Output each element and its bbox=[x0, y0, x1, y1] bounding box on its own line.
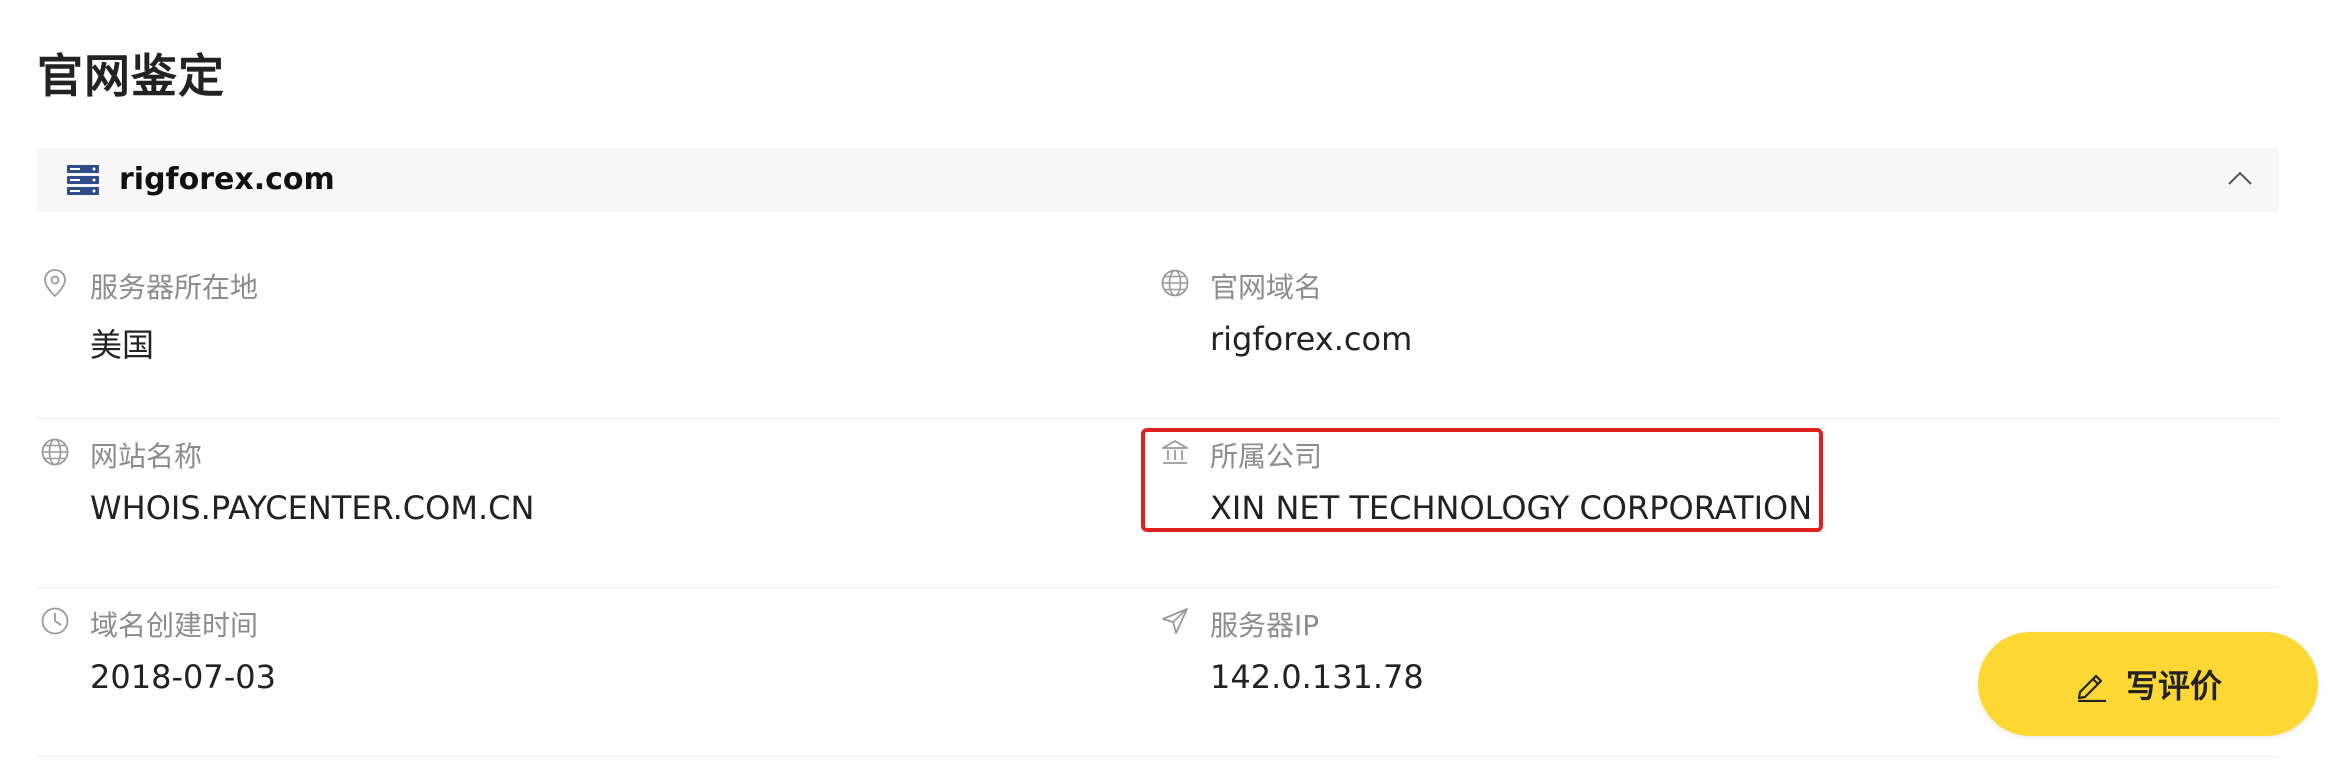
server-location-value: 美国 bbox=[90, 326, 155, 364]
server-ip-field: 服务器IP 142.0.131.78 bbox=[1160, 606, 1860, 706]
domain-created-field: 域名创建时间 2018-07-03 bbox=[40, 606, 1040, 706]
site-name-field: 网站名称 WHOIS.PAYCENTER.COM.CN bbox=[40, 437, 1040, 537]
server-icon bbox=[67, 165, 99, 195]
page-title: 官网鉴定 bbox=[37, 49, 225, 103]
domain-header-bar[interactable]: rigforex.com bbox=[37, 148, 2279, 212]
official-domain-field: 官网域名 rigforex.com bbox=[1160, 268, 2160, 368]
location-pin-icon bbox=[44, 269, 66, 298]
row-divider bbox=[37, 756, 2279, 757]
row-divider bbox=[37, 587, 2279, 588]
send-icon bbox=[1162, 608, 1188, 634]
server-ip-value: 142.0.131.78 bbox=[1210, 658, 1424, 696]
company-highlight-box bbox=[1141, 428, 1823, 532]
domain-name: rigforex.com bbox=[119, 162, 335, 197]
pen-icon bbox=[2077, 674, 2106, 702]
globe-icon bbox=[41, 438, 69, 466]
write-review-label: 写评价 bbox=[2125, 668, 2222, 704]
official-domain-value[interactable]: rigforex.com bbox=[1210, 320, 1412, 358]
server-location-label: 服务器所在地 bbox=[90, 271, 259, 304]
site-name-value: WHOIS.PAYCENTER.COM.CN bbox=[90, 489, 535, 527]
server-location-field: 服务器所在地 美国 bbox=[40, 268, 1040, 368]
chevron-up-icon[interactable] bbox=[2227, 168, 2253, 190]
write-review-button[interactable]: 写评价 bbox=[1978, 632, 2318, 736]
row-divider bbox=[37, 418, 2279, 419]
server-ip-label: 服务器IP bbox=[1210, 609, 1320, 642]
domain-created-label: 域名创建时间 bbox=[90, 609, 259, 642]
official-domain-label: 官网域名 bbox=[1210, 271, 1323, 304]
domain-created-value: 2018-07-03 bbox=[90, 658, 276, 696]
clock-icon bbox=[41, 607, 69, 635]
site-name-label: 网站名称 bbox=[90, 440, 203, 473]
globe-icon bbox=[1161, 269, 1189, 297]
